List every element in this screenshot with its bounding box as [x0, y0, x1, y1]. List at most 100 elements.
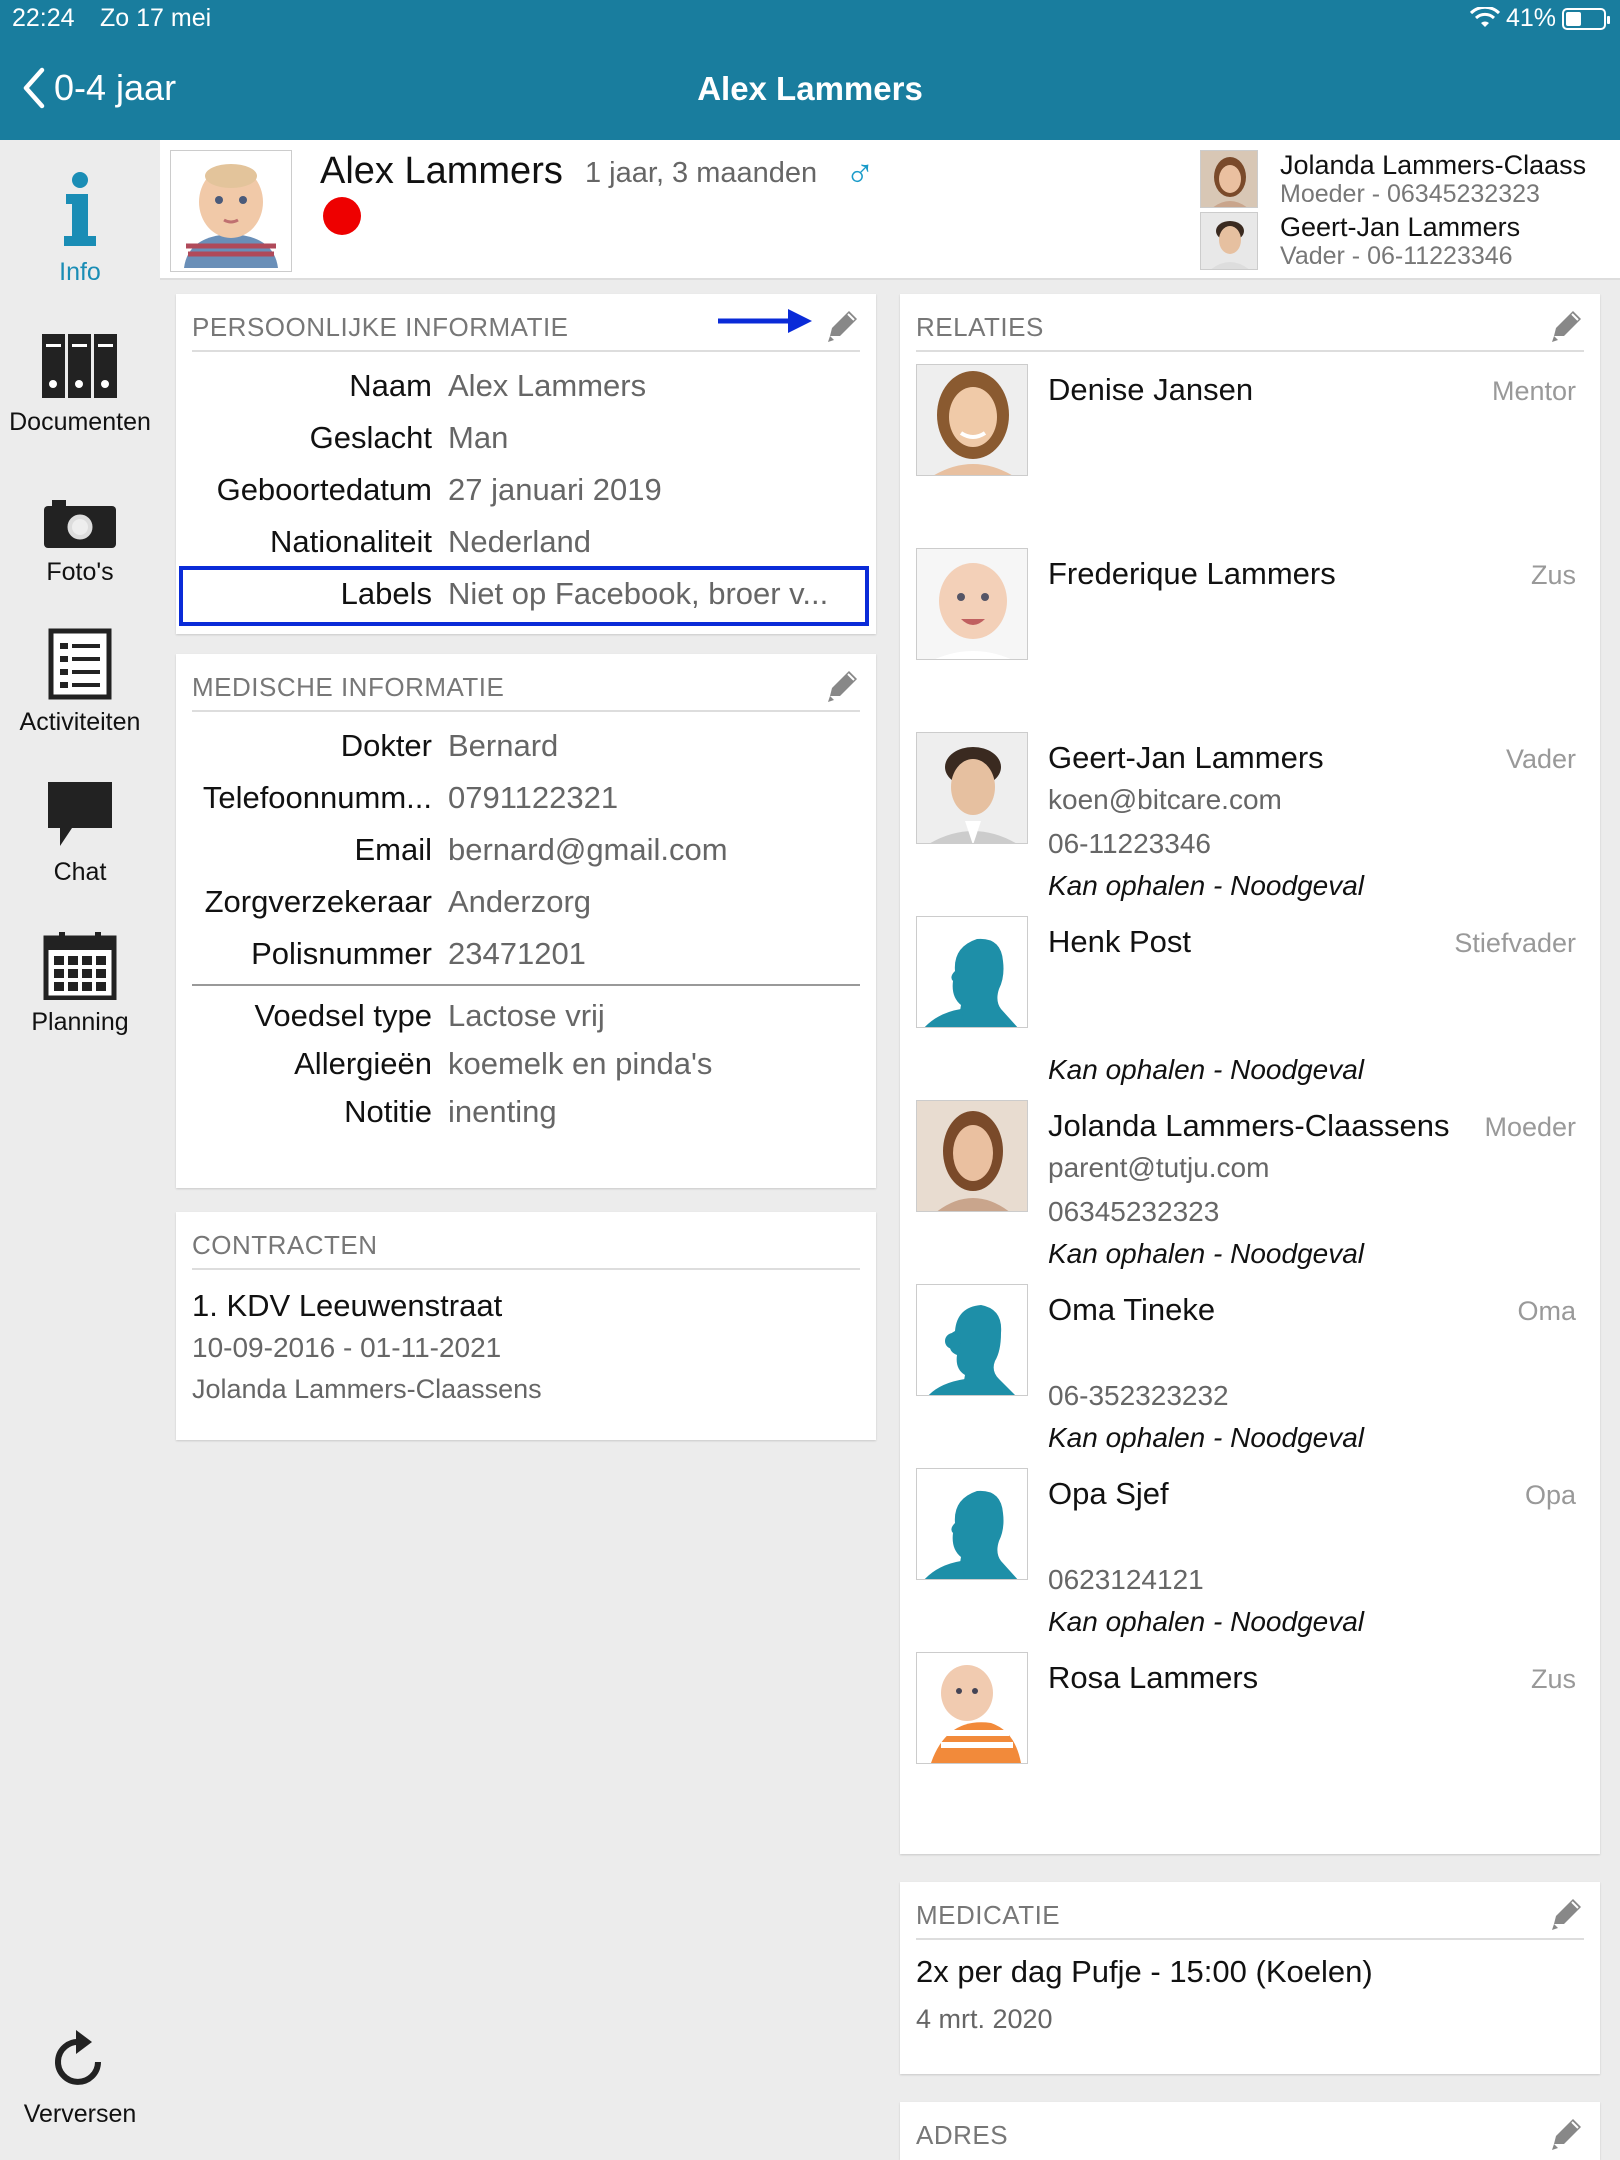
relation-avatar — [916, 1100, 1028, 1212]
documents-icon — [0, 310, 160, 400]
sidebar-item-label: Activiteiten — [19, 708, 141, 736]
medication-date: 4 mrt. 2020 — [916, 2004, 1053, 2034]
camera-icon — [0, 460, 160, 550]
parent-name: Geert-Jan Lammers — [1280, 212, 1521, 242]
parent-avatar — [1200, 212, 1258, 270]
field-value: Alex Lammers — [448, 368, 647, 403]
card-title: ADRES — [916, 2120, 1009, 2150]
info-row-nationaliteit: Nationaliteit Nederland — [176, 524, 876, 564]
relation-item[interactable]: Henk Post Stiefvader Kan ophalen - Noodg… — [900, 916, 1600, 1100]
relation-avatar — [916, 1468, 1028, 1580]
info-row-notitie: Notitie inenting — [176, 1094, 876, 1134]
info-row-geboortedatum: Geboortedatum 27 januari 2019 — [176, 472, 876, 512]
sidebar-item-label: Planning — [31, 1008, 129, 1036]
refresh-label: Verversen — [23, 2100, 137, 2128]
address-card: ADRES — [900, 2102, 1600, 2160]
field-label: Naam — [349, 368, 432, 403]
relation-phone[interactable]: 06345232323 — [1048, 1196, 1219, 1228]
field-label: Zorgverzekeraar — [204, 884, 432, 919]
relation-item[interactable]: Opa Sjef Opa 0623124121 Kan ophalen - No… — [900, 1468, 1600, 1652]
field-label: Nationaliteit — [270, 524, 432, 559]
relation-phone[interactable]: 0623124121 — [1048, 1564, 1204, 1596]
refresh-button[interactable]: Verversen — [0, 2020, 160, 2129]
child-avatar[interactable] — [170, 150, 292, 272]
child-header: Alex Lammers 1 jaar, 3 maanden ♂ Jolanda… — [160, 140, 1620, 280]
relation-role: Zus — [1530, 560, 1576, 590]
relation-role: Zus — [1530, 1664, 1576, 1694]
pencil-icon[interactable] — [1546, 2114, 1586, 2154]
relation-phone[interactable]: 06-11223346 — [1048, 828, 1211, 860]
male-gender-icon: ♂ — [845, 152, 875, 196]
pencil-icon[interactable] — [1546, 1894, 1586, 1934]
info-row-naam: Naam Alex Lammers — [176, 368, 876, 408]
sidebar: Info Documenten Foto's Activiteiten Chat… — [0, 140, 160, 2160]
sidebar-item-label: Info — [59, 258, 101, 286]
relation-item[interactable]: Jolanda Lammers-Claassens Moeder parent@… — [900, 1100, 1600, 1284]
contract-name[interactable]: 1. KDV Leeuwenstraat — [192, 1288, 502, 1324]
sidebar-item-info[interactable]: Info — [0, 160, 160, 287]
field-value: Anderzorg — [448, 884, 592, 919]
relation-item[interactable]: Frederique Lammers Zus — [900, 548, 1600, 732]
parent-avatar — [1200, 150, 1258, 208]
field-value: Bernard — [448, 728, 559, 763]
info-row-email: Email bernard@gmail.com — [176, 832, 876, 872]
sidebar-item-label: Documenten — [9, 408, 151, 436]
pencil-icon[interactable] — [822, 666, 862, 706]
relation-avatar — [916, 548, 1028, 660]
relation-avatar — [916, 916, 1028, 1028]
divider — [192, 350, 860, 352]
contract-person: Jolanda Lammers-Claassens — [192, 1374, 542, 1404]
divider — [192, 710, 860, 712]
info-row-telefoon: Telefoonnumm... 0791122321 — [176, 780, 876, 820]
status-dot — [323, 197, 361, 235]
chat-icon — [0, 760, 160, 850]
divider — [192, 1268, 860, 1270]
sidebar-item-documenten[interactable]: Documenten — [0, 310, 160, 437]
sidebar-item-planning[interactable]: Planning — [0, 910, 160, 1037]
relation-phone[interactable]: 06-352323232 — [1048, 1380, 1229, 1412]
sidebar-item-label: Chat — [53, 858, 107, 886]
field-label: Geboortedatum — [216, 472, 432, 507]
relation-item[interactable]: Oma Tineke Oma 06-352323232 Kan ophalen … — [900, 1284, 1600, 1468]
sidebar-item-activiteiten[interactable]: Activiteiten — [0, 610, 160, 737]
relation-name: Geert-Jan Lammers — [1048, 740, 1324, 775]
info-row-dokter: Dokter Bernard — [176, 728, 876, 768]
field-value: Niet op Facebook, broer v... — [448, 576, 829, 611]
relation-note: Kan ophalen - Noodgeval — [1048, 1054, 1365, 1085]
info-row-voedsel: Voedsel type Lactose vrij — [176, 998, 876, 1038]
medication-item[interactable]: 2x per dag Pufje - 15:00 (Koelen) — [916, 1954, 1373, 1990]
field-label: Geslacht — [309, 420, 432, 455]
pencil-icon[interactable] — [822, 306, 862, 346]
info-icon — [0, 160, 160, 250]
card-title: MEDISCHE INFORMATIE — [192, 672, 505, 702]
medical-info-card: MEDISCHE INFORMATIE Dokter Bernard Telefo… — [176, 654, 876, 1188]
field-value: inenting — [448, 1094, 557, 1129]
activities-icon — [0, 610, 160, 700]
relation-role: Stiefvader — [1454, 928, 1576, 958]
sidebar-item-chat[interactable]: Chat — [0, 760, 160, 887]
field-label: Notitie — [344, 1094, 432, 1129]
sidebar-item-fotos[interactable]: Foto's — [0, 460, 160, 587]
info-row-labels[interactable]: Labels Niet op Facebook, broer v... — [176, 576, 876, 616]
parent-subtitle: Moeder - 06345232323 — [1280, 180, 1540, 208]
pencil-icon[interactable] — [1546, 306, 1586, 346]
sidebar-item-label: Foto's — [46, 558, 114, 586]
relation-email[interactable]: koen@bitcare.com — [1048, 784, 1282, 816]
relation-email[interactable]: parent@tutju.com — [1048, 1152, 1269, 1184]
divider — [916, 1938, 1584, 1940]
relation-item[interactable]: Rosa Lammers Zus — [900, 1652, 1600, 1836]
relation-name: Opa Sjef — [1048, 1476, 1169, 1511]
info-row-allergieen: Allergieën koemelk en pinda's — [176, 1046, 876, 1086]
relation-role: Mentor — [1491, 376, 1576, 406]
field-label: Voedsel type — [254, 998, 432, 1033]
relation-item[interactable]: Geert-Jan Lammers Vader koen@bitcare.com… — [900, 732, 1600, 916]
relation-name: Oma Tineke — [1048, 1292, 1216, 1327]
relation-avatar — [916, 364, 1028, 476]
field-value: bernard@gmail.com — [448, 832, 728, 867]
divider — [192, 984, 860, 986]
relation-note: Kan ophalen - Noodgeval — [1048, 1422, 1365, 1453]
field-label: Email — [354, 832, 432, 867]
field-value: Nederland — [448, 524, 592, 559]
relation-item[interactable]: Denise Jansen Mentor — [900, 364, 1600, 548]
personal-info-card: PERSOONLIJKE INFORMATIE Naam Alex Lammers… — [176, 294, 876, 634]
